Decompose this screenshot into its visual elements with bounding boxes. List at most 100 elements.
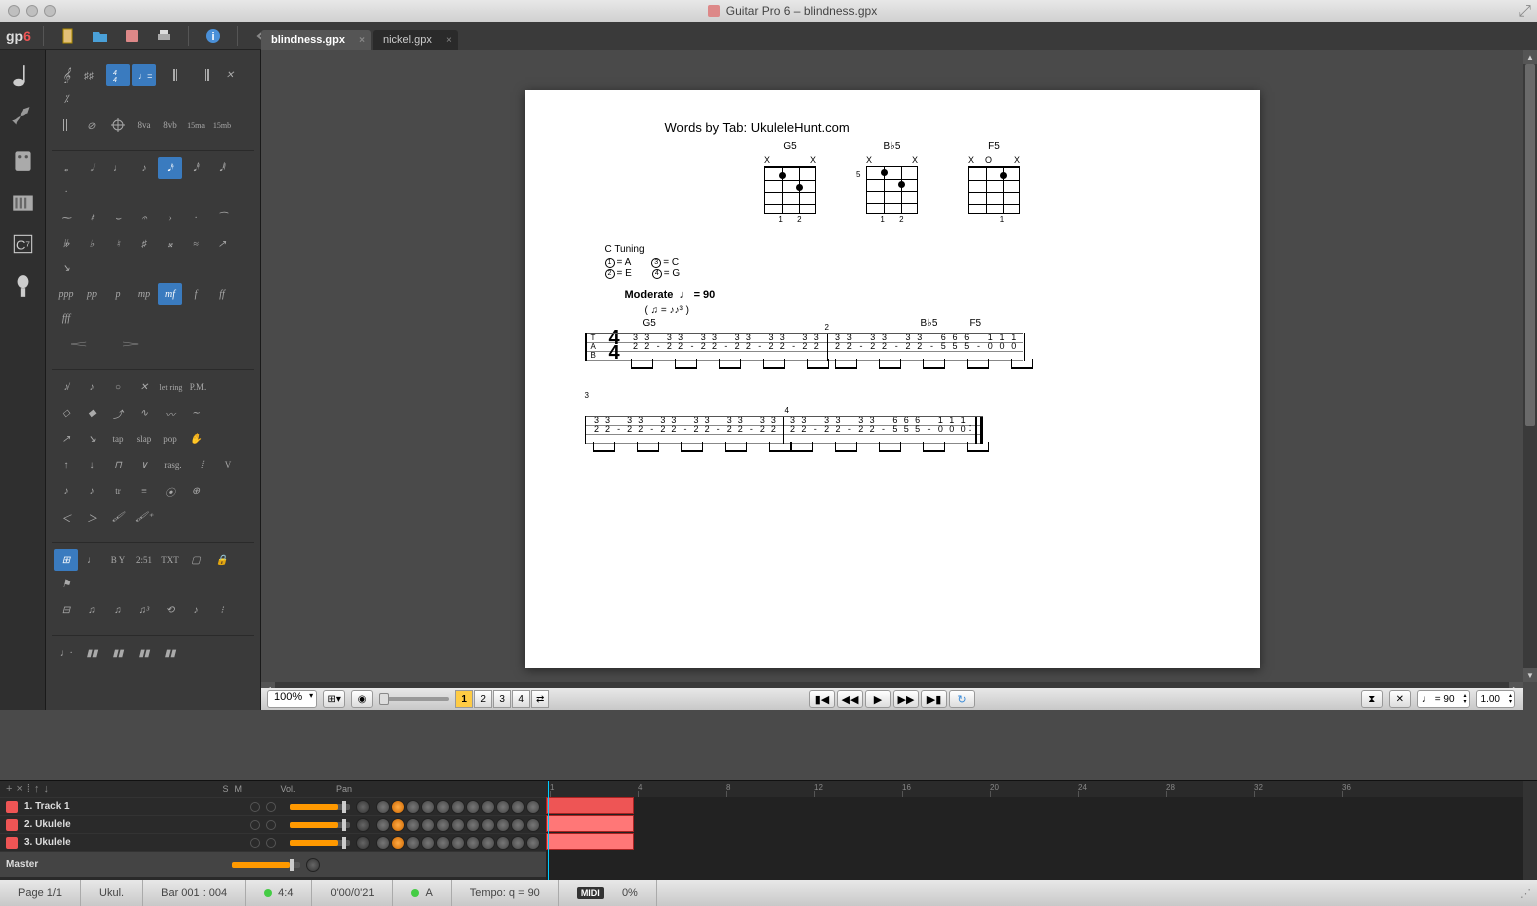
eq-knob[interactable]: [376, 818, 390, 832]
metronome-button[interactable]: ⧗: [1361, 690, 1383, 708]
multivoice-button[interactable]: ⇄: [531, 690, 549, 708]
by-button[interactable]: B Y: [106, 549, 130, 571]
eq-knob[interactable]: [436, 800, 450, 814]
natural-button[interactable]: ♮: [106, 233, 130, 255]
15mb-button[interactable]: 15mb: [210, 114, 234, 136]
eq-knob[interactable]: [496, 818, 510, 832]
mixer-panel-icon[interactable]: [4, 182, 42, 222]
tempo-spinner[interactable]: ♩ = 90: [1417, 690, 1470, 708]
grace-before-button[interactable]: ♪̸: [54, 376, 78, 398]
file-tab-nickel[interactable]: nickel.gpx×: [373, 30, 458, 50]
multirest-button[interactable]: ⊟: [54, 599, 78, 621]
close-tab-icon[interactable]: ×: [446, 35, 452, 46]
tremolo-bar-button[interactable]: ∿: [132, 402, 156, 424]
tie-button[interactable]: ⌣: [106, 207, 130, 229]
go-end-button[interactable]: ▶▮: [921, 690, 947, 708]
vibrato-v-button[interactable]: V: [216, 454, 240, 476]
thirtysecond-note-button[interactable]: 𝅘𝅥𝅰: [184, 157, 208, 179]
decrescendo-button[interactable]: [106, 333, 156, 355]
dyn-f-button[interactable]: f: [184, 283, 208, 305]
zoom-window-icon[interactable]: [44, 5, 56, 17]
open-file-button[interactable]: [88, 25, 112, 47]
auto-button[interactable]: ⟲: [158, 599, 182, 621]
triplet-button[interactable]: ♫³: [132, 599, 156, 621]
eq-knob[interactable]: [526, 800, 540, 814]
dotted-button[interactable]: ·: [54, 181, 78, 203]
slash-button[interactable]: ♩: [80, 549, 104, 571]
rewind-button[interactable]: ◀◀: [837, 690, 863, 708]
forward-button[interactable]: ▶▶: [893, 690, 919, 708]
double-sharp-button[interactable]: 𝄪: [158, 233, 182, 255]
track1-clip[interactable]: [546, 797, 634, 814]
dead-button[interactable]: ✕: [132, 376, 156, 398]
close-tab-icon[interactable]: ×: [359, 35, 365, 46]
print-button[interactable]: [152, 25, 176, 47]
add-track-icon[interactable]: +: [6, 783, 12, 795]
pan-knob[interactable]: [356, 836, 370, 850]
flat-button[interactable]: ♭: [80, 233, 104, 255]
volume-slider[interactable]: [290, 840, 350, 846]
close-window-icon[interactable]: [8, 5, 20, 17]
eq-knob[interactable]: [421, 836, 435, 850]
accent-light-button[interactable]: ＞: [80, 506, 104, 528]
time-sig-button[interactable]: 44: [106, 64, 130, 86]
shift-down-button[interactable]: ↘: [54, 257, 78, 279]
automation2-button[interactable]: ▮▮: [80, 642, 104, 664]
dyn-ff-button[interactable]: ff: [210, 283, 234, 305]
track-row[interactable]: 3. Ukulele: [0, 833, 546, 851]
enharmonic-button[interactable]: ≈: [184, 233, 208, 255]
tuplet-button[interactable]: ⁓: [54, 207, 78, 229]
trill-button[interactable]: tr: [106, 480, 130, 502]
voice-3-button[interactable]: 3: [493, 690, 511, 708]
fullscreen-icon[interactable]: ⤢: [1518, 3, 1531, 21]
eq-knob[interactable]: [376, 800, 390, 814]
eq-knob[interactable]: [436, 818, 450, 832]
note-panel-icon[interactable]: [4, 56, 42, 96]
harmonic-natural-button[interactable]: ◇: [54, 402, 78, 424]
let-ring-button[interactable]: let ring: [158, 376, 184, 398]
left-hand-button[interactable]: ✋: [184, 428, 208, 450]
eighth-note-button[interactable]: ♪: [132, 157, 156, 179]
voice-2-button[interactable]: 2: [474, 690, 492, 708]
eq-knob[interactable]: [496, 836, 510, 850]
marker-flag-button[interactable]: ⚑: [54, 573, 78, 595]
double-note-button[interactable]: ♫: [80, 599, 104, 621]
dyn-fff-button[interactable]: fff: [54, 307, 78, 329]
eq-knob[interactable]: [406, 836, 420, 850]
minimize-window-icon[interactable]: [26, 5, 38, 17]
text-button[interactable]: TXT: [158, 549, 182, 571]
eq-knob[interactable]: [391, 818, 405, 832]
stroke-down-button[interactable]: ↓: [80, 454, 104, 476]
direction-button[interactable]: ♪: [184, 599, 208, 621]
loop-button[interactable]: ↻: [949, 690, 975, 708]
solo-toggle[interactable]: [250, 820, 260, 830]
effects-panel-icon[interactable]: [4, 140, 42, 180]
section-button[interactable]: ▢: [184, 549, 208, 571]
automation3-button[interactable]: ▮▮: [106, 642, 130, 664]
instrument-panel-icon[interactable]: [4, 98, 42, 138]
whole-note-button[interactable]: 𝅝: [54, 157, 78, 179]
repeat-close-button[interactable]: [192, 64, 216, 86]
mute-toggle[interactable]: [266, 820, 276, 830]
file-tab-blindness[interactable]: blindness.gpx×: [261, 30, 371, 50]
slide-in-button[interactable]: ↗: [54, 428, 78, 450]
repeat-segno-button[interactable]: ⁒: [54, 88, 78, 110]
clef-button[interactable]: 𝄞: [54, 64, 78, 86]
fit-width-button[interactable]: ◉: [351, 690, 373, 708]
vertical-scrollbar[interactable]: ▲ ▼: [1523, 50, 1537, 682]
zoom-selector[interactable]: 100%: [267, 690, 317, 708]
beamed-button[interactable]: ♫: [106, 599, 130, 621]
eq-knob[interactable]: [511, 800, 525, 814]
8vb-button[interactable]: 8vb: [158, 114, 182, 136]
tap-button[interactable]: tap: [106, 428, 130, 450]
eq-knob[interactable]: [406, 818, 420, 832]
arpeggio-button[interactable]: ⦙: [190, 454, 214, 476]
double-bar-button[interactable]: [54, 114, 78, 136]
track-timeline[interactable]: 14812162024283236: [546, 781, 1537, 880]
rest-button[interactable]: 𝄽: [80, 207, 104, 229]
track-props-icon[interactable]: ⁞: [27, 783, 30, 795]
eq-knob[interactable]: [496, 800, 510, 814]
crescendo-button[interactable]: [54, 333, 104, 355]
countdown-button[interactable]: ✕: [1389, 690, 1411, 708]
accent-button[interactable]: ›: [158, 207, 182, 229]
